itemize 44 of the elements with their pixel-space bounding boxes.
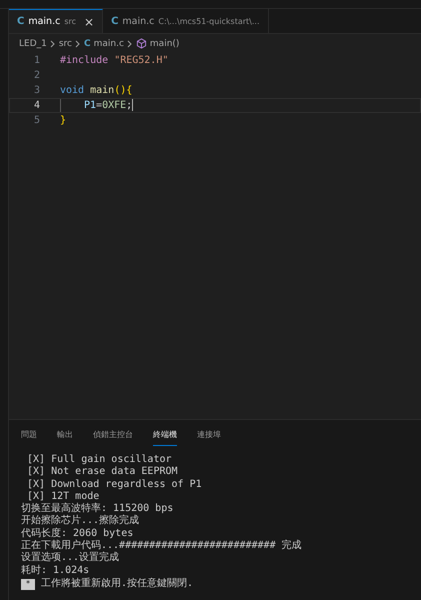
terminal-line: [X] Not erase data EEPROM bbox=[26, 466, 179, 479]
line-number: 4 bbox=[32, 99, 41, 112]
panel-tab[interactable]: 偵錯主控台 bbox=[93, 426, 133, 446]
terminal-line: 开始擦除芯片...擦除完成 bbox=[21, 515, 140, 528]
terminal-line: [X] Full gain oscillator bbox=[26, 454, 173, 466]
breadcrumb-item[interactable]: main.c bbox=[94, 38, 124, 48]
tab-path: C:\...\mcs51-quickstart\... bbox=[158, 16, 260, 26]
terminal-line: [X] 12T mode bbox=[26, 490, 100, 502]
c-file-icon: C bbox=[111, 16, 118, 26]
editor-tab[interactable]: C main.c C:\...\mcs51-quickstart\... bbox=[103, 9, 268, 33]
close-icon[interactable]: × bbox=[84, 14, 94, 28]
terminal-line: [X] Download regardless of P1 bbox=[26, 478, 203, 491]
terminal-line: 代码长度: 2060 bytes bbox=[21, 528, 134, 540]
code-line: P1=0XFE; bbox=[60, 99, 134, 112]
panel-tab[interactable]: 終端機 bbox=[153, 426, 177, 446]
chevron-icon bbox=[75, 40, 81, 48]
line-number: 1 bbox=[32, 54, 41, 67]
breadcrumb-item[interactable]: src bbox=[58, 38, 72, 48]
chevron-icon bbox=[126, 40, 133, 48]
panel-tab[interactable]: 連接埠 bbox=[197, 426, 221, 446]
panel-tab[interactable]: 問題 bbox=[21, 426, 37, 446]
code-line: #include "REG52.H" bbox=[60, 54, 168, 67]
terminal-line: 正在下載用户代码...########################## 完成 bbox=[21, 540, 303, 552]
terminal-marker: * bbox=[21, 578, 35, 590]
editor-tab[interactable]: C main.c src × bbox=[9, 9, 104, 33]
c-file-icon: C bbox=[17, 16, 24, 27]
terminal-line: 耗时: 1.024s bbox=[21, 564, 90, 577]
panel-tab[interactable]: 輸出 bbox=[57, 426, 73, 446]
line-number: 3 bbox=[32, 84, 41, 97]
breadcrumb-item[interactable]: LED_1 bbox=[19, 38, 47, 48]
tab-filename: main.c bbox=[28, 16, 60, 27]
cube-icon bbox=[136, 38, 147, 49]
chevron-icon bbox=[50, 40, 56, 48]
terminal-line: 切换至最高波特率: 115200 bps bbox=[21, 503, 174, 514]
code-line: } bbox=[60, 114, 66, 127]
tab-filename: main.c bbox=[122, 16, 154, 26]
terminal-line: 工作將被重新啟用.按任意鍵關閉. bbox=[41, 578, 194, 590]
breadcrumb-item[interactable]: main() bbox=[150, 38, 180, 48]
line-number: 2 bbox=[32, 69, 41, 82]
tab-path: src bbox=[64, 17, 76, 26]
line-number: 5 bbox=[32, 114, 41, 127]
code-line: void main(){ bbox=[60, 84, 132, 97]
c-file-icon: C bbox=[84, 38, 91, 48]
terminal-line: 设置选项...设置完成 bbox=[21, 552, 120, 564]
